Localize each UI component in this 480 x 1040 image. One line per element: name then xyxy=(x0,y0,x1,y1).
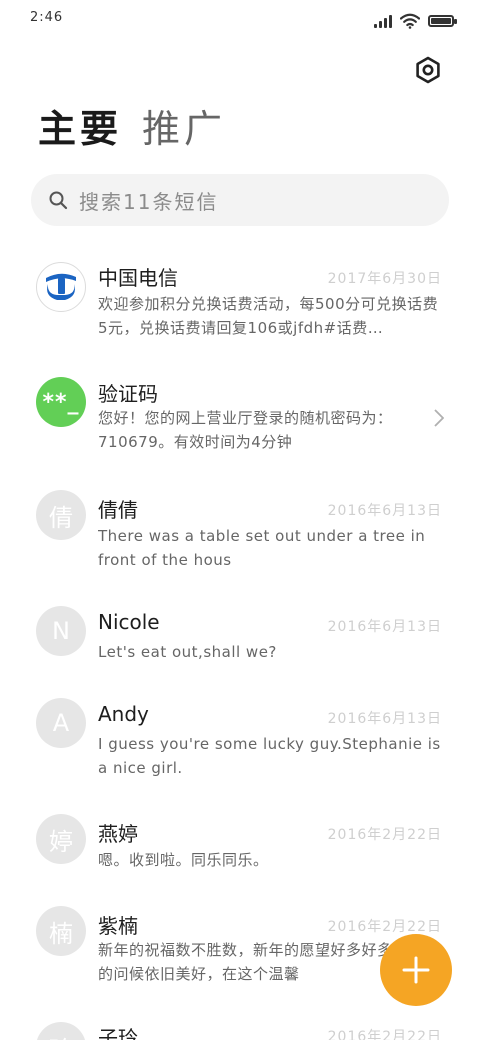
avatar: 倩 xyxy=(36,490,86,540)
message-date: 2017年6月30日 xyxy=(327,271,442,287)
sender-name: 倩倩 xyxy=(98,498,138,522)
message-preview: 嗯。收到啦。同乐同乐。 xyxy=(98,851,269,869)
search-icon xyxy=(47,189,69,211)
message-date: 2016年2月22日 xyxy=(327,827,442,843)
wifi-icon xyxy=(400,13,420,29)
conversation-item[interactable]: N Nicole 2016年6月13日 Let's eat out,shall … xyxy=(0,606,480,686)
sender-name: 验证码 xyxy=(98,382,158,406)
message-date: 2016年2月22日 xyxy=(327,919,442,935)
status-bar: 2:46 xyxy=(0,0,480,40)
message-preview: Let's eat out,shall we? xyxy=(98,643,277,661)
conversation-item[interactable]: 婷 燕婷 2016年2月22日 嗯。收到啦。同乐同乐。 xyxy=(0,814,480,894)
message-date: 2016年6月13日 xyxy=(327,619,442,635)
avatar: 玲 xyxy=(36,1022,86,1040)
settings-button[interactable] xyxy=(410,52,446,88)
tab-promotions[interactable]: 推广 xyxy=(142,104,226,154)
search-placeholder: 搜索11条短信 xyxy=(79,189,219,214)
sender-name: 燕婷 xyxy=(98,822,138,846)
message-preview: I guess you're some lucky guy.Stephanie … xyxy=(98,735,441,777)
sender-name: Nicole xyxy=(98,610,160,634)
search-input[interactable]: 搜索11条短信 xyxy=(31,174,449,226)
message-preview: There was a table set out under a tree i… xyxy=(98,527,426,569)
signal-icon xyxy=(374,14,392,28)
conversation-item[interactable]: 倩 倩倩 2016年6月13日 There was a table set ou… xyxy=(0,490,480,590)
status-icons xyxy=(374,12,457,30)
message-date: 2016年2月22日 xyxy=(327,1029,442,1040)
battery-icon xyxy=(428,15,457,27)
sender-name: Andy xyxy=(98,702,149,726)
sender-name: 紫楠 xyxy=(98,914,138,938)
chevron-right-icon[interactable] xyxy=(432,408,446,428)
conversation-item[interactable]: **_ 验证码 您好！您的网上营业厅登录的随机密码为：710679。有效时间为4… xyxy=(0,370,480,470)
message-date: 2016年6月13日 xyxy=(327,503,442,519)
plus-icon xyxy=(402,956,430,984)
sender-name: 中国电信 xyxy=(98,266,178,290)
china-telecom-logo-icon xyxy=(36,262,86,312)
sender-name: 子玲 xyxy=(98,1026,138,1040)
avatar: 婷 xyxy=(36,814,86,864)
message-preview: 您好！您的网上营业厅登录的随机密码为：710679。有效时间为4分钟 xyxy=(98,409,393,451)
avatar: 楠 xyxy=(36,906,86,956)
conversation-item[interactable]: A Andy 2016年6月13日 I guess you're some lu… xyxy=(0,698,480,798)
settings-icon xyxy=(416,56,440,84)
message-preview: 欢迎参加积分兑换话费活动，每500分可兑换话费5元，兑换话费请回复106或jfd… xyxy=(98,295,439,337)
avatar: N xyxy=(36,606,86,656)
compose-button[interactable] xyxy=(380,934,452,1006)
message-date: 2016年6月13日 xyxy=(327,711,442,727)
tab-bar: 主要 推广 xyxy=(38,104,226,154)
avatar: **_ xyxy=(36,377,86,427)
status-time: 2:46 xyxy=(30,10,64,25)
avatar: A xyxy=(36,698,86,748)
conversation-item[interactable]: 中国电信 2017年6月30日 欢迎参加积分兑换话费活动，每500分可兑换话费5… xyxy=(0,250,480,350)
conversation-item[interactable]: 玲 子玲 2016年2月22日 xyxy=(0,1020,480,1040)
tab-primary[interactable]: 主要 xyxy=(38,104,122,154)
